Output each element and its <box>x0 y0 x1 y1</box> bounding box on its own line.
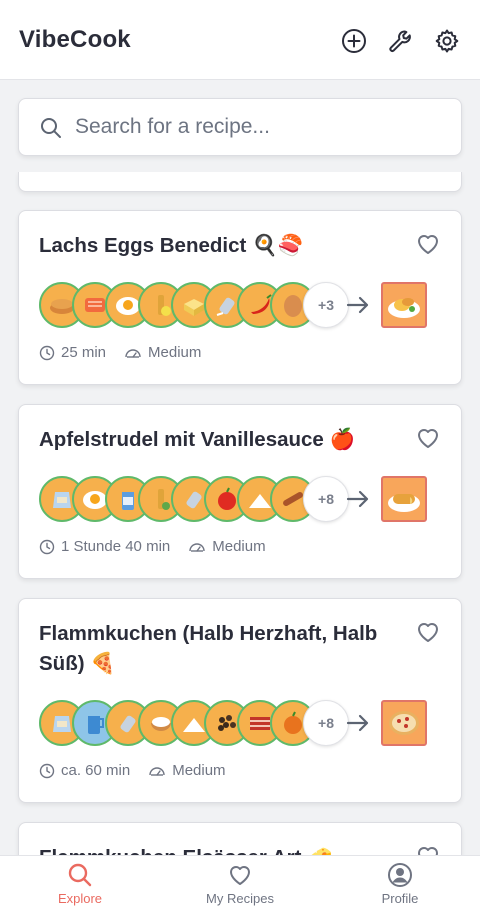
ingredient-row: +8 <box>39 700 349 748</box>
recipe-time: 25 min <box>61 344 107 361</box>
recipe-difficulty: Medium <box>212 538 266 555</box>
nav-profile[interactable]: Profile <box>340 862 460 906</box>
recipe-card[interactable]: Lachs Eggs Benedict 🍳🍣 +3 25 min Medium <box>18 210 462 385</box>
gauge-icon <box>189 542 205 552</box>
clock-icon <box>39 539 55 554</box>
settings-button[interactable] <box>432 26 462 56</box>
heart-icon <box>230 866 250 885</box>
heart-icon <box>418 235 438 254</box>
tools-button[interactable] <box>385 26 415 56</box>
clock-icon <box>39 763 55 778</box>
recipe-title: Lachs Eggs Benedict 🍳🍣 <box>39 234 304 257</box>
wrench-icon <box>389 30 411 52</box>
recipe-time: ca. 60 min <box>61 762 131 779</box>
recipe-difficulty: Medium <box>172 762 226 779</box>
nav-explore[interactable]: Explore <box>20 862 140 906</box>
arrow-right-icon <box>346 296 369 314</box>
gear-icon <box>435 29 459 53</box>
user-circle-icon <box>388 863 412 887</box>
recipe-card[interactable]: Flammkuchen (Halb Herzhaft, Halb Süß) 🍕 … <box>18 598 462 803</box>
nav-label: Profile <box>381 891 419 906</box>
more-ingredients-badge: +8 <box>303 476 349 522</box>
nav-label: My Recipes <box>206 891 274 906</box>
clock-icon <box>39 345 55 360</box>
gauge-icon <box>125 348 141 358</box>
ingredient-row: +8 <box>39 476 349 524</box>
favorite-button[interactable] <box>415 619 441 645</box>
recipe-card[interactable]: Apfelstrudel mit Vanillesauce 🍎 +8 1 Stu… <box>18 404 462 579</box>
recipe-title: Flammkuchen Elsässer Art 🧀 <box>39 843 399 855</box>
app-header: VibeCook <box>0 0 480 80</box>
recipe-meta: 25 min Medium <box>39 344 219 361</box>
favorite-button[interactable] <box>415 425 441 451</box>
recipe-card-partial[interactable] <box>18 172 462 192</box>
favorite-button[interactable] <box>415 231 441 257</box>
favorite-button[interactable] <box>415 843 441 855</box>
arrow-right-icon <box>346 714 369 732</box>
gauge-icon <box>149 766 165 776</box>
recipe-title: Apfelstrudel mit Vanillesauce 🍎 <box>39 428 356 451</box>
recipe-card[interactable]: Flammkuchen Elsässer Art 🧀 <box>18 822 462 855</box>
heart-icon <box>418 847 438 855</box>
bottom-nav: Explore My Recipes Profile <box>0 855 480 912</box>
heart-icon <box>418 623 438 642</box>
plus-circle-icon <box>342 29 366 53</box>
more-ingredients-badge: +8 <box>303 700 349 746</box>
recipe-list[interactable]: Lachs Eggs Benedict 🍳🍣 +3 25 min Medium … <box>0 172 480 855</box>
recipe-meta: ca. 60 min Medium <box>39 762 244 779</box>
add-recipe-button[interactable] <box>339 26 369 56</box>
recipe-difficulty: Medium <box>148 344 202 361</box>
app-title: VibeCook <box>19 26 131 53</box>
result-dish-icon <box>381 700 427 746</box>
result-dish-icon <box>381 476 427 522</box>
search-bar <box>18 98 462 156</box>
nav-my-recipes[interactable]: My Recipes <box>180 862 300 906</box>
search-icon <box>68 863 92 887</box>
result-dish-icon <box>381 282 427 328</box>
recipe-meta: 1 Stunde 40 min Medium <box>39 538 284 555</box>
ingredient-row: +3 <box>39 282 349 330</box>
more-ingredients-badge: +3 <box>303 282 349 328</box>
heart-icon <box>418 429 438 448</box>
nav-label: Explore <box>57 891 103 906</box>
search-icon <box>41 118 61 138</box>
search-input[interactable] <box>75 109 445 145</box>
arrow-right-icon <box>346 490 369 508</box>
recipe-title: Flammkuchen (Halb Herzhaft, Halb Süß) 🍕 <box>39 622 378 675</box>
recipe-time: 1 Stunde 40 min <box>61 538 171 555</box>
